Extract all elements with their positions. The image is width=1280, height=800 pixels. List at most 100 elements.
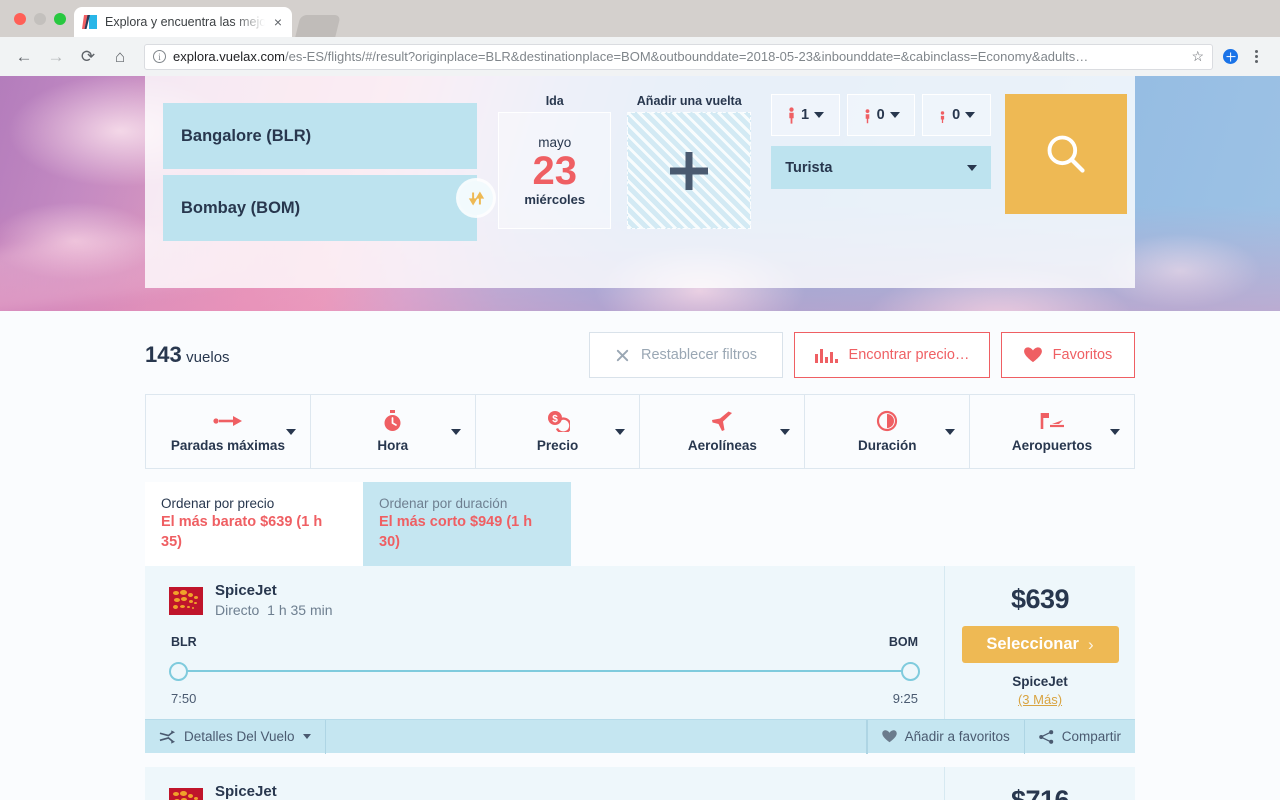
adults-selector[interactable]: 1 <box>771 94 840 136</box>
chevron-down-icon <box>1109 428 1120 435</box>
sort-title: Ordenar por precio <box>161 496 275 511</box>
children-count: 0 <box>876 107 885 123</box>
origin-input[interactable]: Bangalore (BLR) <box>163 103 478 169</box>
page-viewport: Bangalore (BLR) Bombay (BOM) Ida mayo 23… <box>0 76 1280 800</box>
browser-tab[interactable]: Explora y encuentra las mejores × <box>74 7 292 37</box>
site-info-icon[interactable]: i <box>153 50 166 63</box>
search-icon <box>1047 135 1085 173</box>
departure-day: 23 <box>532 148 577 193</box>
filter-time[interactable]: Hora <box>311 395 476 468</box>
flight-price: $716 <box>957 785 1123 800</box>
flight-details-button[interactable]: Detalles Del Vuelo <box>145 719 326 754</box>
spicejet-logo <box>169 787 203 800</box>
minimize-window-button[interactable] <box>34 12 46 25</box>
departure-label: Ida <box>545 94 564 108</box>
destination-input[interactable]: Bombay (BOM) <box>163 175 478 241</box>
airline-info: SpiceJet Directo 1 h 35 min <box>215 582 333 619</box>
provider-name: SpiceJet <box>1012 674 1068 690</box>
return-label: Añadir una vuelta <box>636 94 742 108</box>
sort-subtitle: El más barato $639 (1 h 35) <box>161 514 323 550</box>
flight-details-label: Detalles Del Vuelo <box>184 729 295 745</box>
find-price-button[interactable]: Encontrar precio… <box>794 332 990 378</box>
add-to-favorites-label: Añadir a favoritos <box>904 729 1010 745</box>
coins-icon: $ <box>546 410 570 432</box>
child-icon <box>863 107 872 124</box>
select-flight-button[interactable]: Seleccionar › <box>961 626 1119 664</box>
forward-icon[interactable]: → <box>42 43 70 71</box>
card-gap <box>0 753 1280 768</box>
new-tab-button[interactable] <box>295 15 341 37</box>
filter-airports[interactable]: Aeropuertos <box>970 395 1134 468</box>
filter-max-stops[interactable]: Paradas máximas <box>146 395 311 468</box>
departure-date-group: Ida mayo 23 miércoles <box>498 86 612 280</box>
departure-month: mayo <box>538 134 572 150</box>
arrival-time: 9:25 <box>892 691 918 707</box>
swap-airports-button[interactable] <box>459 181 494 215</box>
find-price-label: Encontrar precio… <box>848 347 970 363</box>
flight-card[interactable]: SpiceJet Directo 1 h 35 min BLR BOM 7:50… <box>145 566 1135 754</box>
infants-selector[interactable]: 0 <box>922 94 992 136</box>
add-return-button[interactable] <box>627 112 752 229</box>
departure-time: 7:50 <box>171 691 197 707</box>
sort-by-duration-tab[interactable]: Ordenar por duración El más corto $949 (… <box>363 482 571 567</box>
cabin-class-selector[interactable]: Turista <box>771 146 991 189</box>
browser-window: Explora y encuentra las mejores × ← → ⟳ … <box>0 0 1280 800</box>
filter-label: Aeropuertos <box>1011 438 1093 453</box>
stopwatch-icon <box>382 410 403 432</box>
add-to-favorites-button[interactable]: Añadir a favoritos <box>866 719 1024 754</box>
airline-row: SpiceJet Directo 1 h 35 min <box>169 783 920 800</box>
clock-icon <box>876 410 898 432</box>
origin-node <box>169 662 188 682</box>
close-window-button[interactable] <box>14 12 26 25</box>
flight-price: $639 <box>1010 584 1070 615</box>
airline-info: SpiceJet Directo 1 h 35 min <box>215 783 333 800</box>
flight-card[interactable]: SpiceJet Directo 1 h 35 min $716 Selecci… <box>145 767 1135 800</box>
adults-count: 1 <box>800 107 810 123</box>
chevron-down-icon <box>945 428 956 435</box>
share-icon <box>1038 730 1053 744</box>
flight-stops-duration: Directo 1 h 35 min <box>215 601 333 619</box>
share-button[interactable]: Compartir <box>1023 719 1135 754</box>
heart-icon <box>881 730 897 743</box>
reset-filters-button[interactable]: Restablecer filtros <box>589 332 783 378</box>
results-area: 143 vuelos Restablecer filtros Encontrar… <box>0 311 1280 800</box>
origin-code: BLR <box>171 635 197 650</box>
more-providers-link[interactable]: (3 Más) <box>957 692 1123 707</box>
filter-airlines[interactable]: Aerolíneas <box>640 395 806 468</box>
children-selector[interactable]: 0 <box>846 94 916 136</box>
sort-tabs: Ordenar por precio El más barato $639 (1… <box>145 482 1135 567</box>
route-line <box>169 657 920 685</box>
favorites-button[interactable]: Favoritos <box>1001 332 1135 378</box>
flight-stops: Directo <box>215 602 260 619</box>
bookmark-star-icon[interactable]: ☆ <box>1191 48 1204 65</box>
passengers-group: 1 0 0 Turista <box>771 86 992 280</box>
flight-price-panel: $716 Seleccionar › <box>944 767 1135 800</box>
airplane-icon <box>710 410 734 432</box>
filter-duration[interactable]: Duración <box>805 395 971 468</box>
airline-row: SpiceJet Directo 1 h 35 min <box>169 582 920 619</box>
extension-icon[interactable] <box>1223 49 1238 64</box>
chevron-down-icon <box>615 428 626 435</box>
tab-close-icon[interactable]: × <box>272 13 284 31</box>
cabin-class-value: Turista <box>785 159 833 176</box>
search-button[interactable] <box>1005 94 1127 214</box>
passenger-selectors: 1 0 0 <box>771 94 992 136</box>
flight-duration: 1 h 35 min <box>267 602 333 619</box>
filter-price[interactable]: $ Precio <box>476 395 641 468</box>
chevron-down-icon <box>450 428 461 435</box>
back-icon[interactable]: ← <box>10 43 38 71</box>
sort-by-price-tab[interactable]: Ordenar por precio El más barato $639 (1… <box>145 482 363 567</box>
flight-price-panel: $639 Seleccionar › SpiceJet (3 Más) <box>944 566 1135 720</box>
departure-date-picker[interactable]: mayo 23 miércoles <box>498 112 612 229</box>
filter-label: Aerolíneas <box>687 438 757 453</box>
url-host: explora.vuelax.com <box>173 49 285 64</box>
reload-icon[interactable]: ⟳ <box>74 43 102 71</box>
home-icon[interactable]: ⌂ <box>106 43 134 71</box>
return-date-group: Añadir una vuelta <box>627 86 752 280</box>
airline-name: SpiceJet <box>215 783 277 800</box>
menu-kebab-icon[interactable] <box>1242 43 1270 71</box>
window-controls <box>10 0 74 37</box>
address-bar[interactable]: i explora.vuelax.com/es-ES/flights/#/res… <box>144 43 1213 70</box>
maximize-window-button[interactable] <box>54 12 66 25</box>
origin-destination-group: Bangalore (BLR) Bombay (BOM) <box>163 86 494 280</box>
